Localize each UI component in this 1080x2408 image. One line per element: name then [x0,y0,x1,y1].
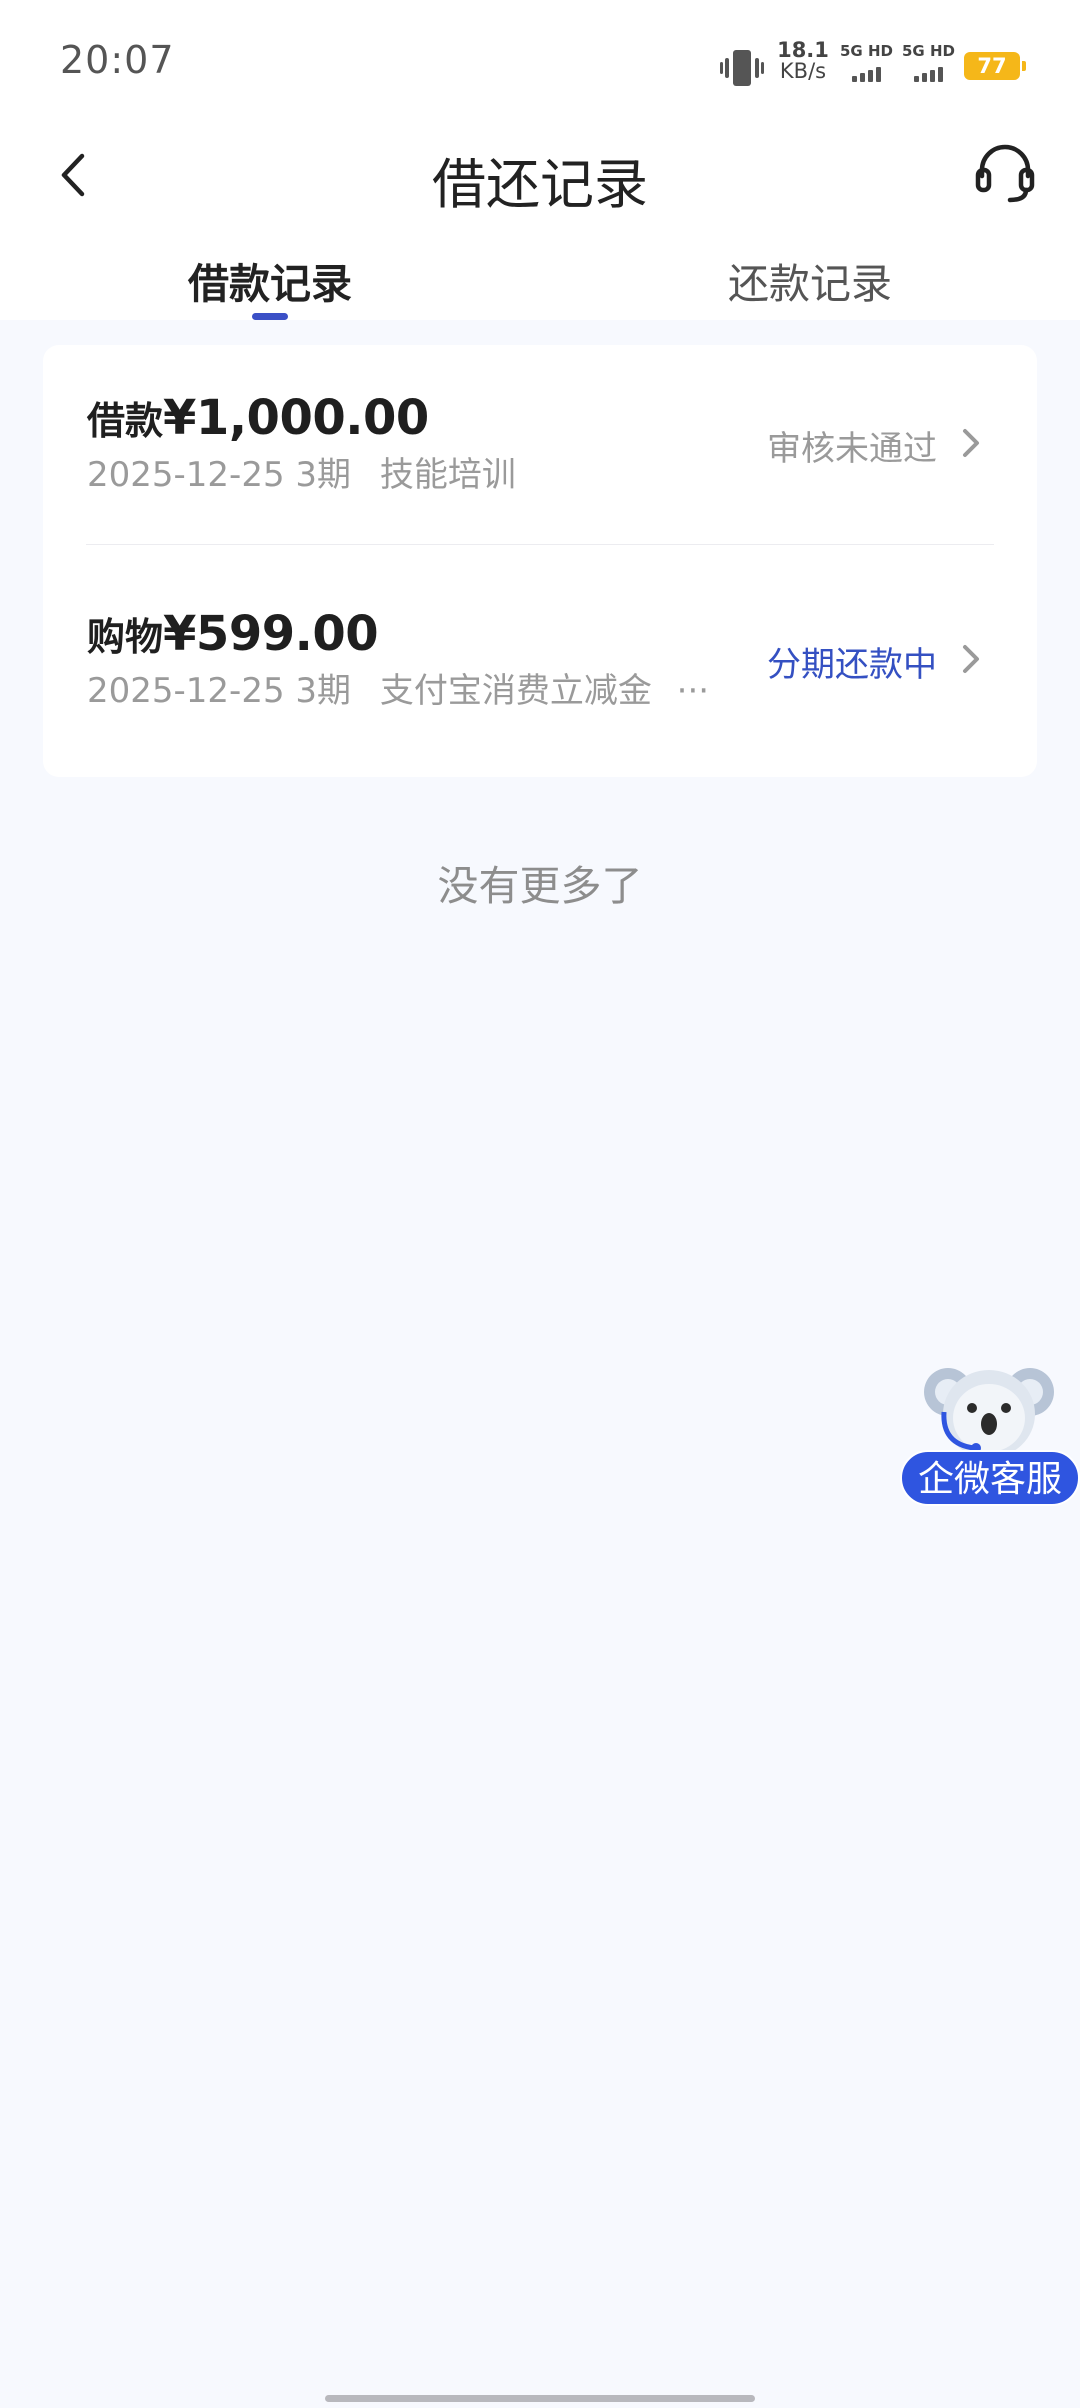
record-description: 技能培训 [379,455,516,495]
record-row[interactable]: 借款¥1,000.00 2025-12-25 3期 技能培训 审核未通过 [43,345,1037,561]
no-more-text: 没有更多了 [437,862,643,910]
sim1-label: 5G HD [840,42,893,60]
tab-repayment-records[interactable]: 还款记录 [660,250,960,310]
record-type-label: 借款 [87,399,164,443]
record-subtitle: 2025-12-25 3期 技能培训 [87,447,516,496]
home-indicator[interactable] [325,2395,755,2402]
status-time: 20:07 [60,38,175,82]
net-speed-unit: KB/s [779,59,827,83]
record-type-label: 购物 [87,615,164,659]
record-status: 分期还款中 [767,645,937,685]
sim1-signal: 5G HD [840,42,898,86]
sim2-signal: 5G HD [902,42,960,86]
record-amount: ¥599.00 [163,606,379,662]
chevron-right-icon [963,645,979,673]
chevron-right-icon [963,429,979,457]
net-speed: 18.1 KB/s [772,40,834,82]
status-icons: 18.1 KB/s 5G HD 5G HD 77 [720,40,1026,90]
signal-bars-icon [852,63,884,82]
record-date: 2025-12-25 [87,455,285,495]
sim2-label: 5G HD [902,42,955,60]
record-status: 审核未通过 [767,429,937,469]
record-title: 购物¥599.00 [87,606,379,662]
active-tab-indicator [252,313,288,320]
headset-icon[interactable] [974,140,1036,206]
record-description: 支付宝消费立减金 [379,671,652,711]
signal-bars-icon [914,63,946,82]
record-amount: ¥1,000.00 [163,390,429,446]
record-period: 3期 [295,671,352,711]
battery-icon: 77 [964,52,1026,80]
vibrate-icon [720,50,764,86]
record-date: 2025-12-25 [87,671,285,711]
records-card: 借款¥1,000.00 2025-12-25 3期 技能培训 审核未通过 购物¥… [43,345,1037,777]
record-row[interactable]: 购物¥599.00 2025-12-25 3期 支付宝消费立减金 ··· 分期还… [43,561,1037,777]
record-period: 3期 [295,455,352,495]
tab-loan-records[interactable]: 借款记录 [120,250,420,310]
record-title: 借款¥1,000.00 [87,390,429,446]
page-title: 借还记录 [432,153,648,216]
truncation-ellipsis: ··· [676,671,710,711]
wecom-service-button[interactable]: 企微客服 [900,1450,1080,1506]
net-speed-value: 18.1 [777,38,829,62]
row-divider [86,544,994,545]
record-subtitle: 2025-12-25 3期 支付宝消费立减金 ··· [87,663,709,712]
